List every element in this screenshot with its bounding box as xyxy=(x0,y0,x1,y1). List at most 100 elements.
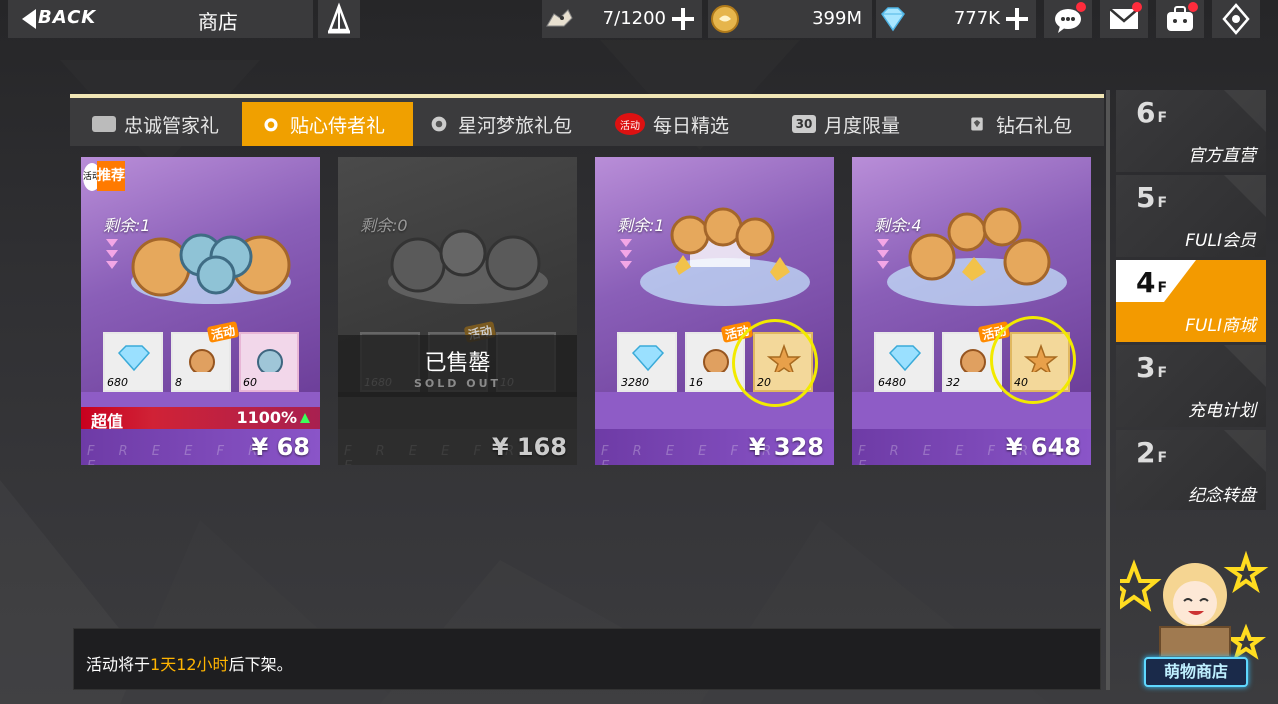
diamond-reward-item[interactable]: 3280 xyxy=(617,332,677,392)
floor-num: 5 xyxy=(1136,181,1156,214)
diamond-icon xyxy=(117,345,151,372)
diamond-value: 777K xyxy=(953,8,1000,29)
price-bar: F R E E F R E E ¥ 168 xyxy=(338,429,577,465)
floor-decoration xyxy=(1216,175,1266,227)
price-bar[interactable]: F R E E F R E E ¥ 328 xyxy=(595,429,834,465)
tab-monthly-limited[interactable]: 30 月度限量 xyxy=(792,102,900,146)
home-tower-icon xyxy=(328,2,350,34)
highlight-circle xyxy=(732,319,818,407)
floor-num: 6 xyxy=(1136,96,1156,129)
price-bar[interactable]: F R E E F R E E ¥ 648 xyxy=(852,429,1091,465)
tab-caring-attendant[interactable]: 贴心侍者礼 xyxy=(242,102,413,146)
item-count: 3280 xyxy=(621,376,649,389)
floor-number: 5F xyxy=(1136,181,1167,214)
sold-out-overlay: 已售罄 SOLD OUT xyxy=(338,335,577,397)
back-button[interactable]: BACK 商店 xyxy=(8,0,313,38)
floor-num: 3 xyxy=(1136,351,1156,384)
tab-daily-selection[interactable]: 活动 每日精选 xyxy=(615,102,729,146)
bag-icon xyxy=(264,118,278,132)
back-arrow-icon xyxy=(22,9,36,29)
mail-notification-dot xyxy=(1132,2,1142,12)
down-arrows-icon xyxy=(105,237,119,277)
item-count: 6480 xyxy=(878,376,906,389)
floor-number: 6F xyxy=(1136,96,1167,129)
floor-5[interactable]: 5F FULI会员 xyxy=(1116,175,1266,257)
floor-nav: 6F 官方直营 5F FULI会员 4F FULI商城 3F 充电计划 2F 纪… xyxy=(1116,90,1266,510)
diamond-icon xyxy=(888,345,922,372)
item-count: 16 xyxy=(689,376,703,389)
down-arrows-icon xyxy=(876,237,890,277)
floor-scrollbar[interactable] xyxy=(1106,90,1110,690)
price: ¥ 168 xyxy=(491,433,567,461)
top-bar: BACK 商店 7/1200 399M 777K xyxy=(0,0,1278,38)
diamond-reward-item[interactable]: 6480 xyxy=(874,332,934,392)
notice-prefix: 活动将于 xyxy=(86,655,151,674)
stamina-resource: 7/1200 xyxy=(542,0,702,38)
gift-pack-card[interactable]: 剩余:4 6480 32 40 活动 F R E E F R E E ¥ 648 xyxy=(852,157,1091,465)
notice-suffix: 后下架。 xyxy=(228,655,293,674)
diamond-reward-item[interactable]: 680 xyxy=(103,332,163,392)
gift-pack-card[interactable]: 剩余:1 活动 推荐 680 8 60 活动 超值 1100% F R E E … xyxy=(81,157,320,465)
remaining-count: 剩余:0 xyxy=(360,216,408,235)
tab-label: 每日精选 xyxy=(653,114,730,137)
recommend-badge: 活动 推荐 xyxy=(81,161,125,193)
floor-number: 2F xyxy=(1136,436,1167,469)
price: ¥ 328 xyxy=(748,433,824,461)
settings-button[interactable] xyxy=(1212,0,1260,38)
floor-label: 官方直营 xyxy=(1188,146,1256,166)
coin-bag-reward-item[interactable]: 8 xyxy=(171,332,231,392)
floor-number: 4F xyxy=(1136,266,1167,299)
cute-shop-sign: 萌物商店 xyxy=(1144,657,1248,687)
floor-suffix: F xyxy=(1157,280,1168,296)
gift-pack-card[interactable]: 剩余:1 3280 16 20 活动 F R E E F R E E ¥ 328 xyxy=(595,157,834,465)
floor-decoration xyxy=(1216,345,1266,397)
diamond-add-button[interactable] xyxy=(1006,8,1028,30)
tab-loyal-butler[interactable]: 忠诚管家礼 xyxy=(92,102,219,146)
diamond-resource: 777K xyxy=(876,0,1036,38)
item-count: 60 xyxy=(243,376,257,389)
tab-diamond-pack[interactable]: 钻石礼包 xyxy=(966,102,1072,146)
up-tag-icon xyxy=(92,116,116,132)
tab-label: 星河梦旅礼包 xyxy=(458,114,573,137)
floor-label: FULI会员 xyxy=(1185,231,1256,251)
sold-out-english: SOLD OUT xyxy=(413,377,502,390)
cute-shop-button[interactable]: 萌物商店 xyxy=(1106,545,1270,690)
task-notification-dot xyxy=(1188,2,1198,12)
eye-settings-icon xyxy=(1222,3,1250,35)
floor-decoration xyxy=(1216,90,1266,142)
task-button[interactable] xyxy=(1156,0,1204,38)
floor-6[interactable]: 6F 官方直营 xyxy=(1116,90,1266,172)
notice-bar: 活动将于1天12小时后下架。 xyxy=(73,628,1101,690)
coin-bag-icon xyxy=(189,349,215,372)
mail-button[interactable] xyxy=(1100,0,1148,38)
floor-suffix: F xyxy=(1157,365,1168,381)
home-button[interactable] xyxy=(318,0,360,38)
tab-label: 贴心侍者礼 xyxy=(290,114,386,137)
recommend-badge-label: 推荐 xyxy=(97,161,125,191)
gold-resource: 399M xyxy=(708,0,872,38)
gold-value: 399M xyxy=(812,8,862,29)
remaining-count: 剩余:1 xyxy=(103,216,151,235)
floor-2[interactable]: 2F 纪念转盘 xyxy=(1116,430,1266,510)
remaining-count: 剩余:4 xyxy=(874,216,922,235)
up-arrow-icon xyxy=(300,413,310,423)
floor-label: FULI商城 xyxy=(1185,316,1256,336)
down-arrows-icon xyxy=(619,237,633,277)
badge-reward-item[interactable]: 60 xyxy=(239,332,299,392)
item-count: 680 xyxy=(107,376,128,389)
sold-out-label: 已售罄 xyxy=(424,351,491,376)
tab-starry-dream[interactable]: 星河梦旅礼包 xyxy=(428,102,572,146)
price-bar[interactable]: F R E E F R E E ¥ 68 xyxy=(81,429,320,465)
silver-badge-icon xyxy=(257,349,283,372)
floor-3[interactable]: 3F 充电计划 xyxy=(1116,345,1266,427)
floor-number: 3F xyxy=(1136,351,1167,384)
price: ¥ 648 xyxy=(1005,433,1081,461)
floor-num: 2 xyxy=(1136,436,1156,469)
stamina-add-button[interactable] xyxy=(672,8,694,30)
floor-4[interactable]: 4F FULI商城 xyxy=(1116,260,1266,342)
activity-tag-icon: 活动 xyxy=(615,113,645,135)
gift-pack-card-sold-out: 剩余:0 1680 10 活动 已售罄 SOLD OUT F R E E F R… xyxy=(338,157,577,465)
chat-button[interactable] xyxy=(1044,0,1092,38)
highlight-circle xyxy=(990,316,1076,404)
floor-suffix: F xyxy=(1157,195,1168,211)
